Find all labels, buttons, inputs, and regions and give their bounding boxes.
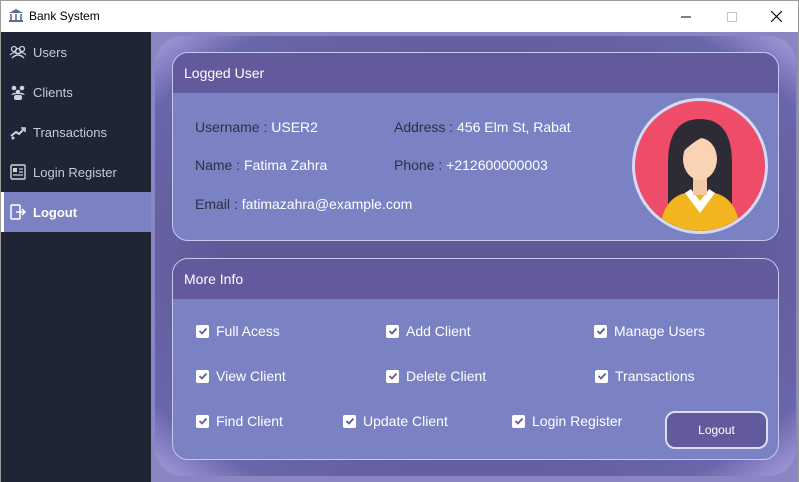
permission-update-client[interactable]: Update Client — [343, 413, 448, 429]
card-header: Logged User — [173, 53, 778, 93]
checkbox-checked-icon[interactable] — [386, 369, 399, 383]
app-window: Bank System Users Clients Transactions L… — [0, 0, 799, 482]
title-bar: Bank System — [1, 1, 798, 32]
address-value: 456 Elm St, Rabat — [457, 119, 571, 135]
name-value: Fatima Zahra — [244, 157, 328, 173]
checkbox-checked-icon[interactable] — [196, 369, 209, 383]
transactions-icon — [9, 123, 27, 141]
logout-icon — [9, 203, 27, 221]
address-field: Address : 456 Elm St, Rabat — [394, 119, 571, 135]
permission-label: Find Client — [216, 413, 283, 429]
close-icon — [770, 11, 782, 22]
checkbox-checked-icon[interactable] — [594, 324, 607, 338]
sidebar-item-clients[interactable]: Clients — [1, 72, 151, 112]
maximize-button[interactable] — [709, 1, 755, 32]
permission-label: Manage Users — [614, 323, 706, 339]
window-title: Bank System — [29, 9, 100, 23]
permission-label: Transactions — [615, 368, 695, 384]
avatar — [635, 101, 765, 231]
permission-view-client[interactable]: View Client — [196, 368, 286, 384]
maximize-icon — [727, 11, 737, 22]
email-value: fatimazahra@example.com — [241, 196, 413, 212]
permission-transactions[interactable]: Transactions — [595, 368, 695, 384]
checkbox-checked-icon[interactable] — [512, 414, 525, 428]
logout-button[interactable]: Logout — [665, 411, 768, 449]
phone-value: +212600000003 — [446, 157, 548, 173]
clients-icon — [9, 83, 27, 101]
permission-find-client[interactable]: Find Client — [196, 413, 283, 429]
checkbox-checked-icon[interactable] — [196, 414, 209, 428]
permission-label: Update Client — [363, 413, 448, 429]
minimize-icon — [681, 16, 691, 17]
sidebar-item-label: Users — [33, 44, 67, 60]
name-label: Name : — [195, 157, 241, 173]
card-header: More Info — [173, 259, 778, 299]
phone-field: Phone : +212600000003 — [394, 157, 548, 173]
phone-label: Phone : — [394, 157, 443, 173]
permission-label: Delete Client — [406, 368, 487, 384]
permission-full-access[interactable]: Full Acess — [196, 323, 280, 339]
permission-delete-client[interactable]: Delete Client — [386, 368, 486, 384]
permission-add-client[interactable]: Add Client — [386, 323, 471, 339]
login-register-icon — [9, 163, 27, 181]
name-field: Name : Fatima Zahra — [195, 157, 327, 173]
permission-label: Login Register — [532, 413, 623, 429]
sidebar-item-label: Clients — [33, 84, 73, 100]
users-icon — [9, 43, 27, 61]
address-label: Address : — [394, 119, 454, 135]
sidebar-item-users[interactable]: Users — [1, 32, 151, 72]
sidebar: Users Clients Transactions Login Registe… — [1, 32, 151, 482]
username-value: USER2 — [271, 119, 318, 135]
sidebar-item-label: Login Register — [33, 164, 117, 180]
checkbox-checked-icon[interactable] — [343, 414, 356, 428]
sidebar-item-label: Logout — [33, 204, 78, 220]
bank-icon — [9, 9, 23, 22]
sidebar-item-logout[interactable]: Logout — [1, 192, 151, 232]
email-label: Email : — [195, 196, 238, 212]
permission-label: Add Client — [406, 323, 471, 339]
checkbox-checked-icon[interactable] — [386, 324, 399, 338]
user-avatar-icon — [635, 101, 765, 231]
permission-login-register[interactable]: Login Register — [512, 413, 622, 429]
permission-label: Full Acess — [216, 323, 280, 339]
sidebar-item-transactions[interactable]: Transactions — [1, 112, 151, 152]
minimize-button[interactable] — [663, 1, 709, 32]
close-button[interactable] — [753, 1, 799, 32]
email-field: Email : fatimazahra@example.com — [195, 196, 412, 212]
username-field: Username : USER2 — [195, 119, 318, 135]
username-label: Username : — [195, 119, 268, 135]
sidebar-item-login-register[interactable]: Login Register — [1, 152, 151, 192]
sidebar-item-label: Transactions — [33, 124, 107, 140]
permission-label: View Client — [216, 368, 286, 384]
checkbox-checked-icon[interactable] — [595, 369, 608, 383]
permission-manage-users[interactable]: Manage Users — [594, 323, 705, 339]
checkbox-checked-icon[interactable] — [196, 324, 209, 338]
